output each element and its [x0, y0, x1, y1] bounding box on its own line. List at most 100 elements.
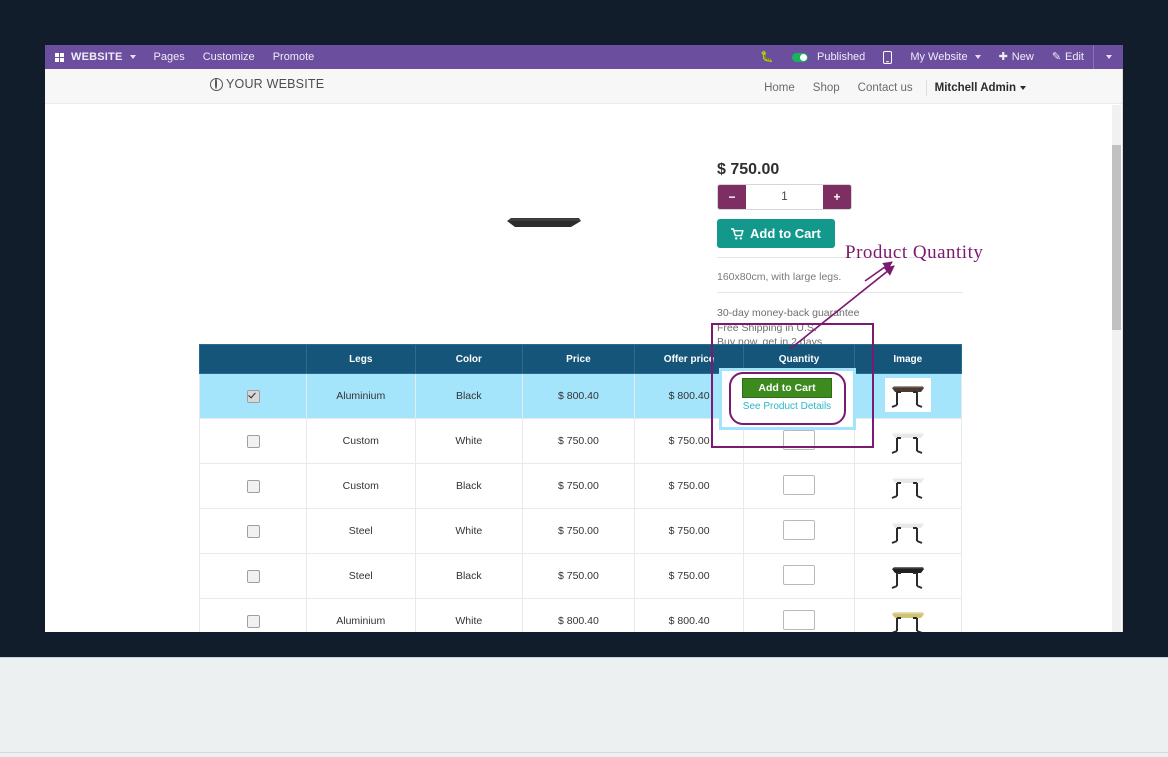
- nav-shop[interactable]: Shop: [804, 82, 849, 94]
- popup-add-to-cart-button[interactable]: Add to Cart: [742, 378, 832, 398]
- plus-icon: ✚: [998, 50, 1008, 63]
- cell-image: [853, 553, 963, 599]
- th-legs: Legs: [306, 344, 416, 374]
- my-website-label: My Website: [910, 51, 968, 63]
- menu-pages[interactable]: Pages: [145, 45, 194, 69]
- cell-color: Black: [414, 553, 524, 599]
- nav-contact-us[interactable]: Contact us: [849, 82, 922, 94]
- user-menu-label: Mitchell Admin: [934, 82, 1016, 94]
- browser-viewport: WEBSITE Pages Customize Promote 🐛 Publis…: [45, 45, 1123, 632]
- desk-tan-top-icon: [856, 606, 960, 632]
- website-app-label: WEBSITE: [71, 51, 123, 63]
- menu-promote[interactable]: Promote: [264, 45, 324, 69]
- row-select-cell[interactable]: [199, 373, 307, 419]
- new-label: New: [1011, 51, 1034, 63]
- add-to-cart-label: Add to Cart: [750, 226, 821, 241]
- site-logo-text: YOUR WEBSITE: [226, 77, 325, 91]
- row-quantity-input[interactable]: [782, 609, 815, 630]
- page-scrollbar-thumb[interactable]: [1112, 145, 1121, 330]
- pencil-icon: ✎: [1051, 50, 1062, 63]
- cell-price: $ 750.00: [522, 418, 635, 464]
- screen-root: WEBSITE Pages Customize Promote 🐛 Publis…: [0, 0, 1168, 757]
- cell-offer: $ 750.00: [633, 508, 745, 554]
- product-description: 160x80cm, with large legs.: [717, 271, 842, 283]
- popup-add-to-cart-label: Add to Cart: [758, 382, 816, 394]
- cell-offer: $ 800.40: [633, 598, 745, 632]
- user-menu[interactable]: Mitchell Admin: [931, 82, 1026, 94]
- row-select-cell[interactable]: [199, 553, 307, 599]
- menu-promote-label: Promote: [272, 51, 315, 63]
- table-row[interactable]: Aluminium White $ 800.40 $ 800.40: [199, 598, 963, 632]
- popup-see-product-details-link[interactable]: See Product Details: [742, 401, 832, 412]
- cell-color: White: [414, 598, 524, 632]
- product-pane: $ 750.00 − 1 + Add to Cart 160x80cm, wit…: [45, 104, 1123, 632]
- row-select-cell[interactable]: [199, 463, 307, 509]
- globe-icon: [210, 77, 223, 91]
- row-checkbox[interactable]: [246, 434, 260, 448]
- editor-topbar-left: WEBSITE Pages Customize Promote: [45, 45, 323, 69]
- row-checkbox[interactable]: [246, 569, 260, 583]
- row-checkbox[interactable]: [246, 479, 260, 493]
- cell-quantity[interactable]: [743, 598, 855, 632]
- edit-label: Edit: [1065, 51, 1084, 63]
- product-hero-image: [485, 207, 603, 229]
- published-toggle[interactable]: Published: [783, 45, 874, 69]
- cell-quantity[interactable]: [743, 553, 855, 599]
- cell-offer: $ 750.00: [633, 553, 745, 599]
- bottom-light-band: [0, 657, 1168, 757]
- nav-divider: [925, 80, 927, 96]
- th-price: Price: [522, 344, 635, 374]
- menu-pages-label: Pages: [153, 51, 185, 63]
- annotation-label: Product Quantity: [845, 242, 984, 263]
- website-app-menu[interactable]: WEBSITE: [51, 45, 145, 69]
- row-select-cell[interactable]: [199, 598, 307, 632]
- my-website-menu[interactable]: My Website: [901, 45, 989, 69]
- cell-price: $ 750.00: [522, 508, 635, 554]
- row-select-cell[interactable]: [199, 508, 307, 554]
- menu-customize[interactable]: Customize: [194, 45, 264, 69]
- cell-image: [853, 598, 963, 632]
- row-select-cell[interactable]: [199, 418, 307, 464]
- quantity-increase-button[interactable]: +: [823, 185, 851, 209]
- cell-legs: Custom: [306, 418, 416, 464]
- row-quantity-input[interactable]: [782, 474, 815, 495]
- cell-legs: Steel: [306, 553, 416, 599]
- th-color: Color: [414, 344, 524, 374]
- row-checkbox[interactable]: [246, 389, 260, 403]
- new-button[interactable]: ✚ New: [990, 45, 1043, 69]
- row-checkbox[interactable]: [246, 524, 260, 538]
- table-row[interactable]: Steel White $ 750.00 $ 750.00: [199, 508, 963, 554]
- editor-overflow-menu[interactable]: [1094, 45, 1121, 69]
- chevron-down-icon: [1106, 55, 1112, 59]
- cell-legs: Aluminium: [306, 373, 416, 419]
- cell-legs: Steel: [306, 508, 416, 554]
- product-quantity-widget[interactable]: − 1 +: [717, 184, 852, 210]
- cell-price: $ 800.40: [522, 598, 635, 632]
- quantity-decrease-button[interactable]: −: [718, 185, 746, 209]
- row-quantity-input[interactable]: [782, 519, 815, 540]
- cell-price: $ 750.00: [522, 463, 635, 509]
- add-to-cart-button[interactable]: Add to Cart: [717, 219, 835, 248]
- desk-white-top-icon: [856, 471, 960, 501]
- cell-quantity[interactable]: [743, 463, 855, 509]
- mobile-preview-icon[interactable]: [874, 45, 901, 69]
- bottom-rule: [0, 752, 1168, 753]
- row-checkbox[interactable]: [246, 614, 260, 628]
- chevron-down-icon: [1020, 86, 1026, 90]
- cell-color: White: [414, 418, 524, 464]
- bug-icon[interactable]: 🐛: [751, 45, 783, 69]
- product-price: $ 750.00: [717, 161, 780, 178]
- cell-quantity[interactable]: [743, 508, 855, 554]
- edit-button[interactable]: ✎ Edit: [1043, 45, 1093, 69]
- row-quantity-input[interactable]: [782, 564, 815, 585]
- site-logo[interactable]: YOUR WEBSITE: [210, 77, 324, 91]
- apps-grid-icon: [55, 52, 64, 62]
- table-row[interactable]: Custom Black $ 750.00 $ 750.00: [199, 463, 963, 509]
- table-row[interactable]: Steel Black $ 750.00 $ 750.00: [199, 553, 963, 599]
- odoo-editor-topbar: WEBSITE Pages Customize Promote 🐛 Publis…: [45, 45, 1123, 69]
- cell-image: [853, 508, 963, 554]
- toggle-switch-icon: [791, 52, 808, 62]
- quantity-value[interactable]: 1: [746, 185, 823, 209]
- nav-home[interactable]: Home: [755, 82, 804, 94]
- cell-legs: Custom: [306, 463, 416, 509]
